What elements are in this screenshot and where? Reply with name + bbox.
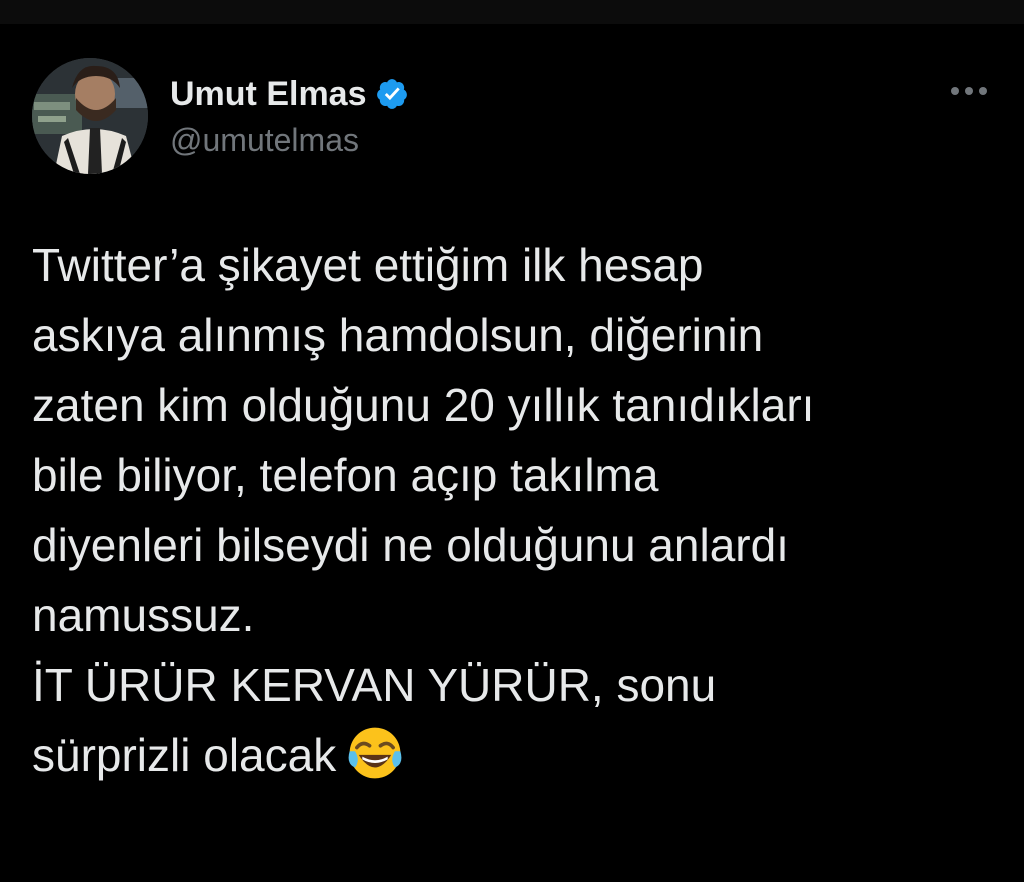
status-bar-strip	[0, 0, 1024, 24]
author-name[interactable]: Umut Elmas	[170, 74, 367, 114]
tweet-text-line: diyenleri bilseydi ne olduğunu anlardı	[32, 519, 789, 571]
avatar-photo-icon	[32, 58, 148, 174]
author-name-row[interactable]: Umut Elmas	[170, 74, 409, 114]
tweet-card: Umut Elmas @umutelmas Twitter’a şikayet …	[0, 24, 1024, 882]
tweet-text-line: İT ÜRÜR KERVAN YÜRÜR, sonu	[32, 659, 717, 711]
verified-badge-icon	[375, 77, 409, 111]
author-handle[interactable]: @umutelmas	[170, 121, 359, 159]
more-options-button[interactable]	[944, 76, 994, 106]
tweet-text-line: askıya alınmış hamdolsun, diğerinin	[32, 309, 764, 361]
tweet-text: Twitter’a şikayet ettiğim ilk hesap askı…	[32, 230, 1002, 790]
tweet-text-line: zaten kim olduğunu 20 yıllık tanıdıkları	[32, 379, 815, 431]
face-with-tears-of-joy-icon	[346, 724, 404, 782]
tweet-text-line: Twitter’a şikayet ettiğim ilk hesap	[32, 239, 704, 291]
tweet-text-line: namussuz.	[32, 589, 255, 641]
avatar[interactable]	[32, 58, 148, 174]
tweet-text-last-line: sürprizli olacak	[32, 720, 1002, 790]
more-dots-icon	[951, 87, 987, 95]
tweet-text-line: bile biliyor, telefon açıp takılma	[32, 449, 659, 501]
tweet-text-line: sürprizli olacak	[32, 729, 337, 781]
